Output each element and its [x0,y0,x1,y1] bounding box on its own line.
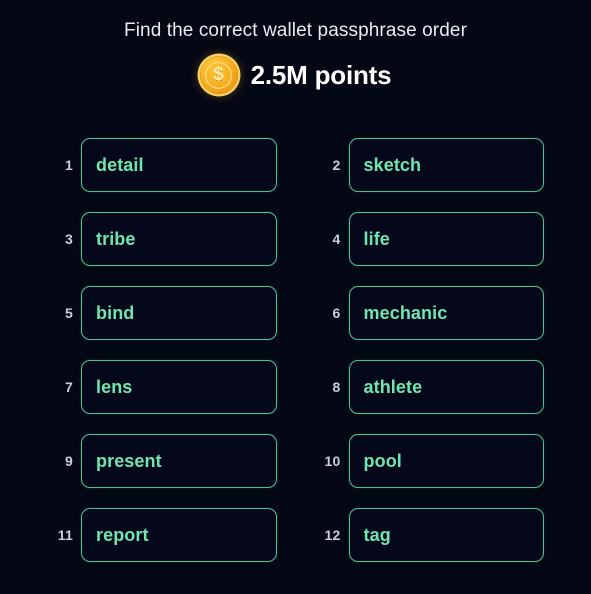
points-reward: $ 2.5M points [199,56,392,94]
word-text: lens [96,376,133,397]
coin-dollar-icon: $ [199,56,238,94]
word-text: bind [96,302,135,323]
word-box[interactable]: sketch [348,138,544,192]
word-box[interactable]: bind [81,286,277,340]
word-box[interactable]: lens [81,360,277,414]
word-text: life [363,228,390,249]
word-text: athlete [363,376,423,397]
word-box[interactable]: tag [348,508,544,562]
passphrase-word-grid: 1 detail 2 sketch 3 tribe 4 life 5 bind … [47,138,544,562]
word-index: 11 [57,527,73,543]
word-box[interactable]: present [81,434,277,488]
word-index: 7 [65,379,73,395]
dollar-sign-glyph: $ [213,64,224,85]
word-slot-8: 8 athlete [315,360,544,414]
word-index: 10 [324,453,341,469]
page-title: Find the correct wallet passphrase order [124,20,467,41]
word-slot-9: 9 present [47,434,277,488]
word-slot-12: 12 tag [315,508,544,562]
word-box[interactable]: life [348,212,544,266]
word-index: 6 [332,305,341,321]
word-index: 3 [65,231,73,247]
word-index: 8 [332,379,341,395]
word-index: 4 [332,231,341,247]
word-text: tribe [96,228,136,249]
word-box[interactable]: detail [81,138,277,192]
word-index: 12 [324,527,341,543]
word-text: tag [363,524,391,545]
word-box[interactable]: athlete [348,360,544,414]
points-label: 2.5M points [250,60,392,90]
word-slot-4: 4 life [315,212,544,266]
word-slot-6: 6 mechanic [315,286,544,340]
word-box[interactable]: report [81,508,277,562]
word-text: sketch [363,154,422,175]
word-text: mechanic [363,302,448,323]
word-index: 1 [65,157,73,173]
word-slot-11: 11 report [47,508,277,562]
word-index: 5 [65,305,73,321]
word-slot-5: 5 bind [47,286,277,340]
word-slot-1: 1 detail [47,138,277,192]
word-index: 2 [332,157,341,173]
word-slot-7: 7 lens [47,360,277,414]
word-index: 9 [65,453,73,469]
word-slot-10: 10 pool [315,434,544,488]
word-box[interactable]: mechanic [348,286,544,340]
word-text: present [96,450,162,471]
word-slot-2: 2 sketch [315,138,544,192]
word-text: report [96,524,149,545]
word-box[interactable]: tribe [81,212,277,266]
passphrase-order-screen: Find the correct wallet passphrase order… [0,0,591,594]
word-box[interactable]: pool [348,434,544,488]
word-text: pool [363,450,402,471]
word-text: detail [96,154,144,175]
coin-inner-disc: $ [205,61,233,89]
word-slot-3: 3 tribe [47,212,277,266]
